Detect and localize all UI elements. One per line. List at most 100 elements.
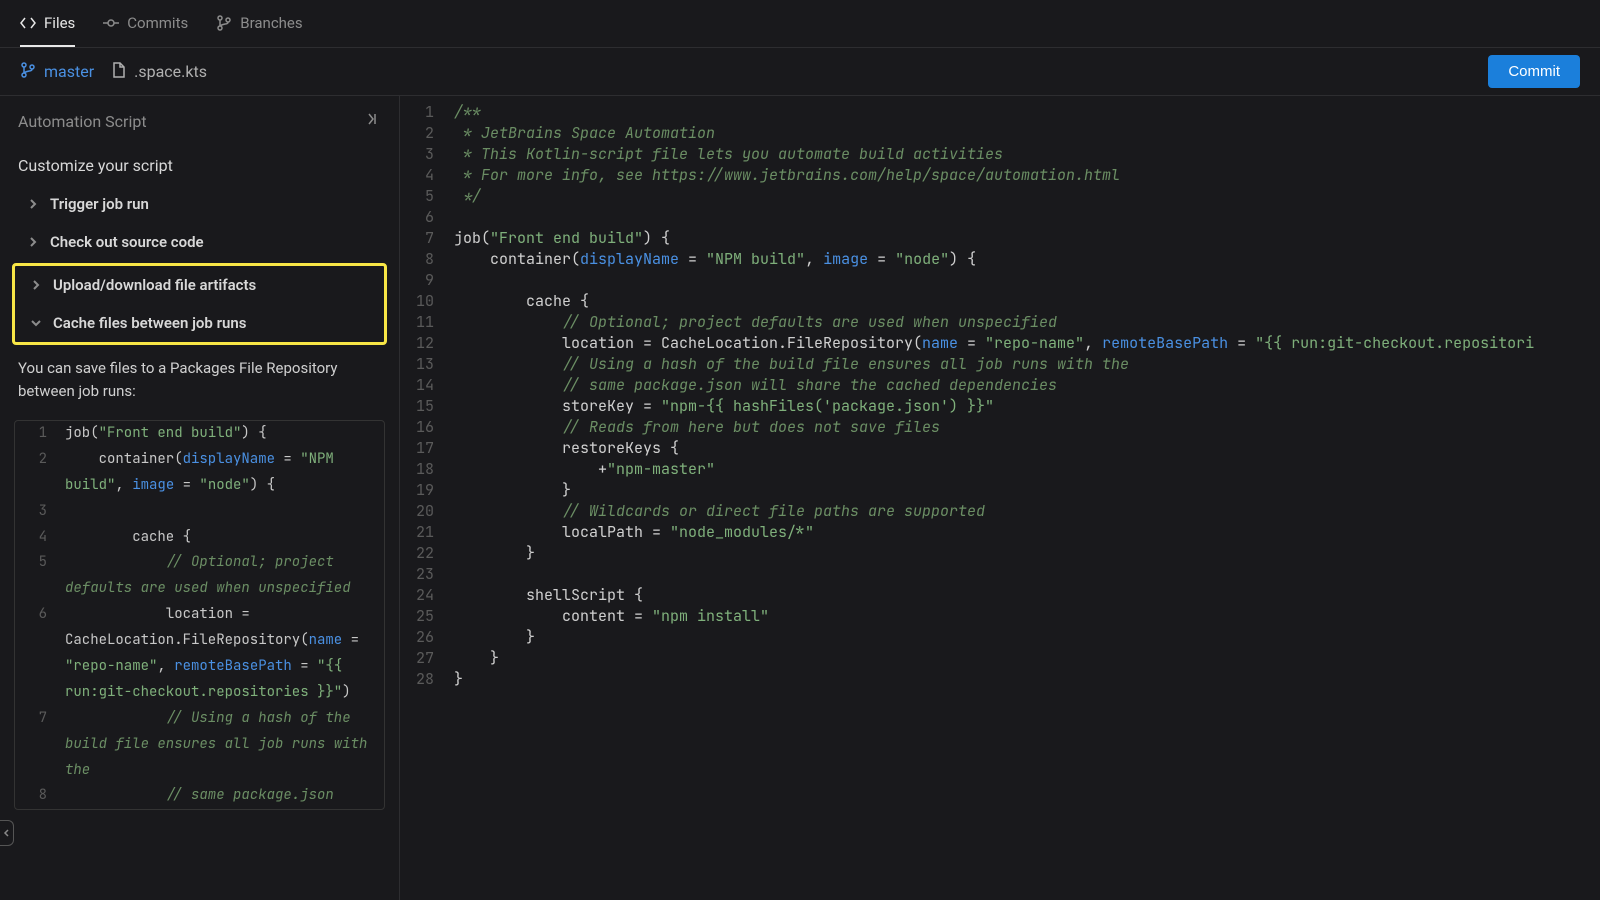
editor-line[interactable]: 27 } (400, 648, 1600, 669)
editor-line[interactable]: 6 (400, 207, 1600, 228)
line-number: 1 (15, 421, 59, 447)
snippet-line: 5 // Optional; project defaults are used… (15, 550, 384, 602)
sidebar-item-artifacts[interactable]: Upload/download file artifacts (15, 266, 384, 304)
snippet-line: 8 // same package.json (15, 783, 384, 809)
line-number: 6 (15, 602, 59, 706)
editor-line[interactable]: 15 storeKey = "npm-{{ hashFiles('package… (400, 396, 1600, 417)
editor-line[interactable]: 26 } (400, 627, 1600, 648)
sidebar-item-label: Cache files between job runs (53, 314, 246, 332)
tab-commits[interactable]: Commits (103, 0, 188, 47)
editor-line[interactable]: 17 restoreKeys { (400, 438, 1600, 459)
editor-line[interactable]: 2 * JetBrains Space Automation (400, 123, 1600, 144)
file-icon (112, 62, 126, 82)
branches-icon (216, 15, 232, 31)
snippet-text (59, 499, 384, 525)
chevron-right-icon (31, 280, 41, 290)
line-text: // Optional; project defaults are used w… (444, 312, 1057, 333)
line-text: } (444, 627, 535, 648)
sidebar-description: You can save files to a Packages File Re… (0, 347, 399, 412)
line-number: 28 (400, 669, 444, 690)
line-number: 9 (400, 270, 444, 291)
line-text: shellScript { (444, 585, 643, 606)
editor-line[interactable]: 25 content = "npm install" (400, 606, 1600, 627)
line-text: */ (444, 186, 481, 207)
line-number: 5 (15, 550, 59, 602)
sidebar-item-trigger[interactable]: Trigger job run (0, 185, 399, 223)
line-number: 16 (400, 417, 444, 438)
editor-line[interactable]: 4 * For more info, see https://www.jetbr… (400, 165, 1600, 186)
line-number: 17 (400, 438, 444, 459)
tab-label: Commits (127, 14, 188, 32)
tab-files[interactable]: Files (20, 0, 75, 47)
line-number: 15 (400, 396, 444, 417)
editor-line[interactable]: 12 location = CacheLocation.FileReposito… (400, 333, 1600, 354)
editor-line[interactable]: 20 // Wildcards or direct file paths are… (400, 501, 1600, 522)
editor-line[interactable]: 10 cache { (400, 291, 1600, 312)
sidebar-subtitle: Customize your script (0, 146, 399, 185)
editor-line[interactable]: 14 // same package.json will share the c… (400, 375, 1600, 396)
sidebar: Automation Script Customize your script … (0, 96, 400, 900)
line-number: 14 (400, 375, 444, 396)
line-text: +"npm-master" (444, 459, 715, 480)
branch-name: master (44, 62, 94, 81)
editor-line[interactable]: 21 localPath = "node_modules/*" (400, 522, 1600, 543)
editor-line[interactable]: 23 (400, 564, 1600, 585)
line-text (444, 270, 463, 291)
editor-line[interactable]: 3 * This Kotlin-script file lets you aut… (400, 144, 1600, 165)
line-text: } (444, 648, 499, 669)
editor-line[interactable]: 18 +"npm-master" (400, 459, 1600, 480)
editor-line[interactable]: 1/** (400, 102, 1600, 123)
editor-line[interactable]: 8 container(displayName = "NPM build", i… (400, 249, 1600, 270)
editor-line[interactable]: 19 } (400, 480, 1600, 501)
line-number: 8 (15, 783, 59, 809)
line-number: 3 (15, 499, 59, 525)
editor-line[interactable]: 9 (400, 270, 1600, 291)
commit-button[interactable]: Commit (1488, 55, 1580, 88)
filename-text: .space.kts (134, 62, 207, 81)
editor-line[interactable]: 13 // Using a hash of the build file ens… (400, 354, 1600, 375)
line-number: 11 (400, 312, 444, 333)
editor-line[interactable]: 28} (400, 669, 1600, 690)
commit-icon (103, 15, 119, 31)
line-text: } (444, 669, 463, 690)
editor-line[interactable]: 5 */ (400, 186, 1600, 207)
breadcrumb: master .space.kts Commit (0, 48, 1600, 96)
snippet-line: 2 container(displayName = "NPM build", i… (15, 447, 384, 499)
editor-line[interactable]: 7job("Front end build") { (400, 228, 1600, 249)
snippet-text: location = CacheLocation.FileRepository(… (59, 602, 384, 706)
line-text: container(displayName = "NPM build", ima… (444, 249, 976, 270)
code-icon (20, 15, 36, 31)
editor-line[interactable]: 22 } (400, 543, 1600, 564)
line-text: restoreKeys { (444, 438, 679, 459)
code-editor[interactable]: 1/**2 * JetBrains Space Automation3 * Th… (400, 96, 1600, 900)
tab-label: Branches (240, 14, 302, 32)
line-text: } (444, 480, 571, 501)
line-number: 18 (400, 459, 444, 480)
left-panel-handle[interactable] (0, 820, 14, 846)
sidebar-item-cache[interactable]: Cache files between job runs (15, 304, 384, 342)
editor-line[interactable]: 24 shellScript { (400, 585, 1600, 606)
snippet-line: 7 // Using a hash of the build file ensu… (15, 706, 384, 784)
editor-line[interactable]: 11 // Optional; project defaults are use… (400, 312, 1600, 333)
line-text: localPath = "node_modules/*" (444, 522, 814, 543)
line-text: // Wildcards or direct file paths are su… (444, 501, 985, 522)
editor-line[interactable]: 16 // Reads from here but does not save … (400, 417, 1600, 438)
line-text: // Using a hash of the build file ensure… (444, 354, 1129, 375)
collapse-icon[interactable] (363, 110, 381, 132)
branch-selector[interactable]: master (20, 62, 94, 82)
line-text: } (444, 543, 535, 564)
line-number: 4 (15, 525, 59, 551)
filename-crumb[interactable]: .space.kts (112, 62, 207, 82)
line-number: 27 (400, 648, 444, 669)
line-number: 24 (400, 585, 444, 606)
tab-branches[interactable]: Branches (216, 0, 302, 47)
chevron-down-icon (31, 318, 41, 328)
line-number: 6 (400, 207, 444, 228)
line-number: 22 (400, 543, 444, 564)
main: Automation Script Customize your script … (0, 96, 1600, 900)
sidebar-item-checkout[interactable]: Check out source code (0, 223, 399, 261)
snippet-text: // same package.json (59, 783, 384, 809)
line-text: cache { (444, 291, 589, 312)
line-text: * For more info, see https://www.jetbrai… (444, 165, 1120, 186)
line-number: 8 (400, 249, 444, 270)
